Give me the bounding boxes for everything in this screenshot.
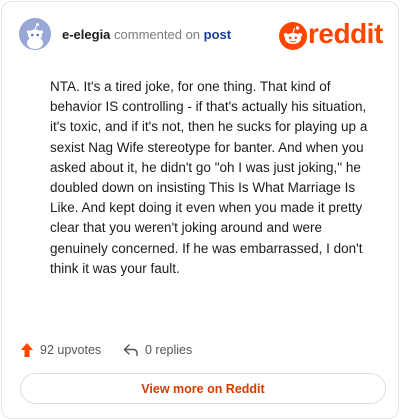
reddit-snoo-icon: [279, 22, 307, 50]
post-link[interactable]: post: [204, 27, 231, 42]
upvotes-count: 92 upvotes: [40, 343, 102, 357]
view-more-button[interactable]: View more on Reddit: [20, 373, 386, 404]
comment-meta: e-elegia commented on post: [62, 27, 231, 42]
reply-arrow-icon: [123, 344, 138, 357]
user-avatar[interactable]: [19, 18, 51, 50]
action-text: commented on: [114, 27, 201, 42]
reddit-logo[interactable]: reddit: [279, 18, 385, 51]
upvotes-button[interactable]: 92 upvotes: [20, 339, 101, 361]
replies-count: 0 replies: [145, 343, 193, 357]
reddit-wordmark: reddit: [308, 18, 383, 49]
embedded-comment-card: e-elegia commented on post reddit NTA. I…: [1, 1, 399, 419]
upvote-arrow-icon: [21, 343, 33, 357]
replies-button[interactable]: 0 replies: [123, 339, 192, 361]
comment-actions: 92 upvotes 0 replies: [20, 339, 386, 361]
comment-header: e-elegia commented on post reddit: [19, 18, 385, 52]
snoo-avatar-icon: [19, 18, 51, 50]
username-link[interactable]: e-elegia: [62, 27, 110, 42]
comment-body: NTA. It's a tired joke, for one thing. T…: [50, 79, 368, 276]
